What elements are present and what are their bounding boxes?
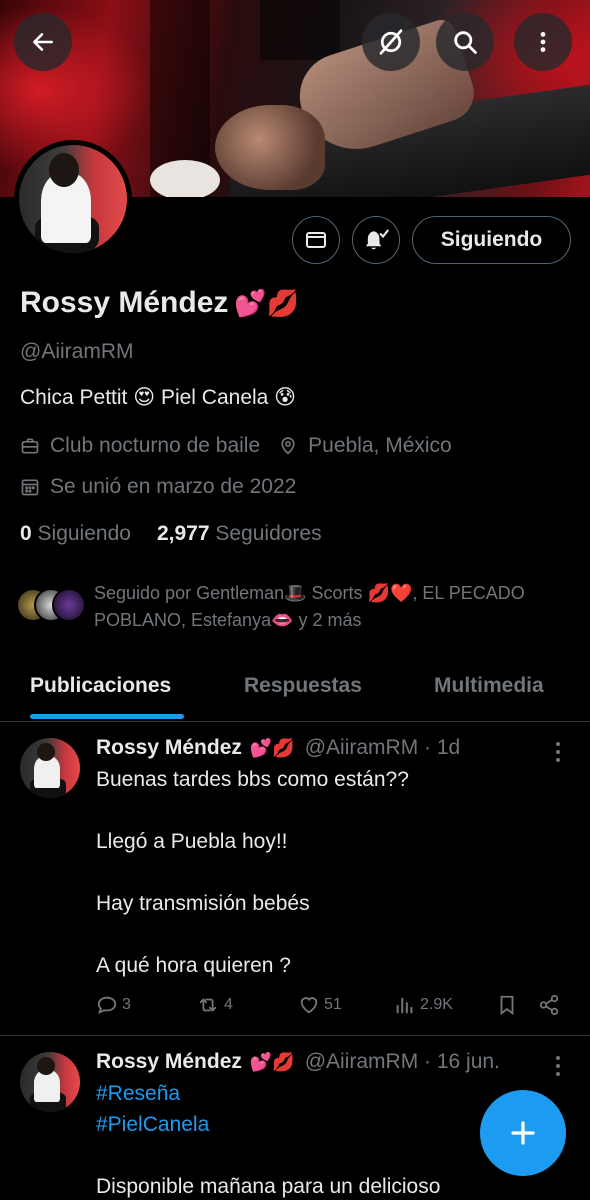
heart-icon [300,997,318,1014]
reply-icon [97,996,117,1015]
search-icon [454,31,477,54]
post[interactable]: Rossy Méndez 💕💋 @AiiramRM · 1d Buenas ta… [0,722,590,1036]
views-count: 2.9K [420,996,453,1013]
more-vertical-icon [540,32,546,52]
banner-shadow [260,0,340,60]
profile-category: Club nocturno de baile Puebla, México [20,434,452,458]
post-handle-time: @AiiramRM · 1d [304,736,461,759]
profile-name-emoji: 💕💋 [234,287,300,318]
post-actions: 3 4 51 2.9K [96,994,566,1022]
followed-by-section[interactable]: Seguido por Gentleman🎩 Scorts 💋❤️, EL PE… [16,582,576,634]
post-more-icon[interactable] [550,740,566,764]
banner-figure [215,105,325,190]
eye-off-icon [379,29,403,55]
location-pin-icon [281,437,295,455]
followed-by-text: Seguido por Gentleman🎩 Scorts 💋❤️, EL PE… [94,583,525,630]
followers-label: Seguidores [215,522,322,545]
plus-icon [511,1121,535,1145]
notifications-button[interactable] [352,216,400,264]
profile-name-text: Rossy Méndez [20,286,229,319]
follow-counts: 0 Siguiendo 2,977 Seguidores [20,522,322,546]
post-line: Hay transmisión bebés [96,892,310,915]
followers-count: 2,977 [156,522,210,545]
post-line [96,919,566,950]
profile-joined: Se unió en marzo de 2022 [20,475,296,499]
post-header: Rossy Méndez 💕💋 @AiiramRM · 16 jun. [96,1050,500,1074]
profile-avatar[interactable] [14,140,132,258]
post-line: Llegó a Puebla hoy!! [96,830,288,853]
share-icon [539,994,559,1016]
post-avatar[interactable] [20,738,80,798]
joined-text: Se unió en marzo de 2022 [50,475,297,498]
post-author-name[interactable]: Rossy Méndez [96,736,242,760]
post-header: Rossy Méndez 💕💋 @AiiramRM · 1d [96,736,460,760]
post-line [96,795,566,826]
reply-count: 3 [122,996,131,1013]
compose-button[interactable] [480,1090,566,1176]
post-author-name[interactable]: Rossy Méndez [96,1050,242,1074]
calendar-icon [21,479,39,496]
share-button[interactable] [538,994,564,1016]
tab-respuestas[interactable]: Respuestas [244,674,362,698]
following-button[interactable]: Siguiendo [412,216,571,264]
bell-check-icon [365,229,389,250]
reply-button[interactable]: 3 [96,994,131,1016]
followers-link[interactable]: 2,977 Seguidores [157,522,322,546]
briefcase-icon [21,438,39,454]
views-icon [396,997,413,1014]
post-more-icon[interactable] [550,1054,566,1078]
follower-avatar [52,588,86,622]
post-body: Buenas tardes bbs como están?? Llegó a P… [96,764,566,981]
profile-name: Rossy Méndez 💕💋 [20,286,299,320]
back-button[interactable] [14,13,72,71]
post-avatar[interactable] [20,1052,80,1112]
banner-pillow [150,160,220,197]
bookmark-icon [500,995,514,1016]
views-button[interactable]: 2.9K [394,994,453,1016]
post-author-emoji: 💕💋 [249,1051,295,1072]
post-line [96,857,566,888]
bookmark-button[interactable] [496,994,522,1016]
tab-multimedia[interactable]: Multimedia [434,674,544,698]
repost-icon [199,998,217,1012]
followed-by-avatars [16,582,90,622]
more-options-button[interactable] [514,13,572,71]
repost-button[interactable]: 4 [196,994,233,1016]
post-handle-time: @AiiramRM · 16 jun. [304,1050,500,1073]
tab-publicaciones[interactable]: Publicaciones [30,674,171,698]
message-button[interactable] [292,216,340,264]
repost-count: 4 [224,996,233,1013]
active-tab-indicator [30,714,184,719]
hide-button[interactable] [362,13,420,71]
profile-tabs: Publicaciones Respuestas Multimedia [0,662,590,722]
profile-handle: @AiiramRM [20,340,134,363]
following-label: Siguiendo [37,522,131,545]
profile-bio: Chica Pettit 😍 Piel Canela 😰 [20,386,297,409]
search-button[interactable] [436,13,494,71]
like-button[interactable]: 51 [298,994,342,1016]
post-line: A qué hora quieren ? [96,954,291,977]
location-text: Puebla, México [308,434,452,457]
following-count: 0 [20,522,32,545]
arrow-left-icon [33,33,53,51]
post-line: Buenas tardes bbs como están?? [96,768,409,791]
like-count: 51 [324,996,342,1013]
mail-icon [306,232,326,248]
post-author-emoji: 💕💋 [249,737,295,758]
following-link[interactable]: 0 Siguiendo [20,522,131,546]
avatar-image [19,145,127,253]
category-text: Club nocturno de baile [50,434,261,457]
post-line: Disponible mañana para un delicioso [96,1175,441,1198]
